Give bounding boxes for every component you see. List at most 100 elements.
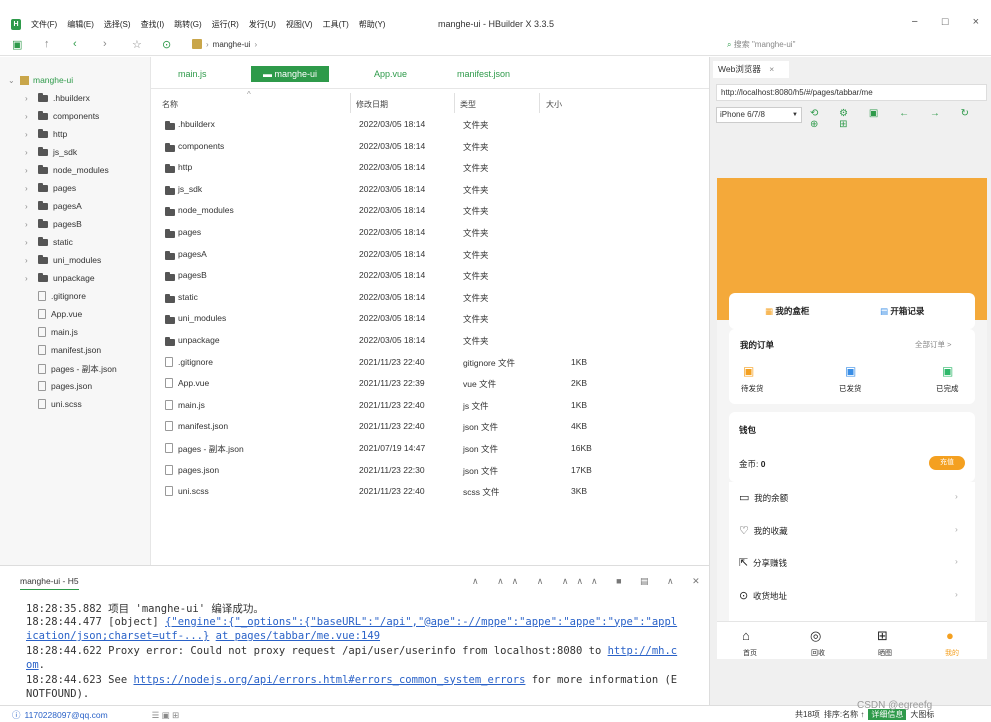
- back-icon[interactable]: ‹: [73, 38, 77, 50]
- breadcrumb-project[interactable]: manghe-ui: [213, 40, 251, 49]
- me-icon[interactable]: ●: [946, 628, 954, 643]
- minimize-button[interactable]: −: [911, 16, 917, 28]
- menu-row[interactable]: ♡ 我的收藏: [739, 524, 788, 537]
- box-link[interactable]: ▦ 我的盒柜: [765, 305, 809, 317]
- breadcrumb[interactable]: › manghe-ui ›: [192, 39, 257, 49]
- device-select[interactable]: iPhone 6/7/8 ▼: [716, 107, 802, 123]
- tree-item[interactable]: › pages: [25, 182, 76, 193]
- url-input[interactable]: http://localhost:8080/h5/#/pages/tabbar/…: [716, 84, 987, 101]
- search-input[interactable]: ⌕ 搜索 "manghe-ui": [722, 37, 982, 53]
- forward-icon[interactable]: ›: [103, 38, 107, 50]
- gallery-icon[interactable]: ⊞: [877, 628, 888, 644]
- menu-row[interactable]: ⇱ 分享赚钱: [739, 556, 787, 569]
- pending-ship-icon[interactable]: ▣: [743, 364, 754, 378]
- col-type[interactable]: 类型: [460, 99, 476, 110]
- order-done[interactable]: 已完成: [936, 383, 959, 394]
- tree-item[interactable]: pages.json: [25, 381, 92, 391]
- tree-item[interactable]: › .hbuilderx: [25, 92, 90, 103]
- new-file-icon[interactable]: ▣: [12, 38, 22, 51]
- console-link[interactable]: http://mh.c: [608, 645, 678, 657]
- tree-item[interactable]: main.js: [25, 327, 78, 337]
- table-row[interactable]: components 2022/03/05 18:14 文件夹: [151, 137, 709, 157]
- menu-item[interactable]: 运行(R): [212, 19, 239, 30]
- tabbar-home[interactable]: 首页: [735, 648, 765, 658]
- close-button[interactable]: ×: [973, 16, 979, 28]
- tree-item[interactable]: uni.scss: [25, 399, 82, 409]
- tree-item[interactable]: pages - 副本.json: [25, 363, 117, 375]
- menu-item[interactable]: 查找(I): [141, 19, 165, 30]
- recharge-button[interactable]: 充值: [929, 456, 965, 470]
- account-status[interactable]: ⓘ 1170228097@qq.com ☰ ▣ ⊞: [12, 709, 179, 721]
- tree-item[interactable]: › pagesA: [25, 200, 82, 211]
- console-link[interactable]: om: [26, 659, 39, 671]
- order-pending[interactable]: 待发货: [741, 383, 764, 394]
- tab-app-vue[interactable]: App.vue: [374, 66, 407, 82]
- menu-item[interactable]: 工具(T): [323, 19, 349, 30]
- up-arrow-icon[interactable]: ↑: [44, 38, 50, 50]
- layout-icons[interactable]: ☰ ▣ ⊞: [152, 710, 180, 721]
- table-row[interactable]: pages.json 2021/11/23 22:30 json 文件 17KB: [151, 461, 709, 481]
- menu-row[interactable]: ⊙ 收货地址: [739, 589, 787, 602]
- tab-manghe-ui[interactable]: ▬ manghe-ui: [251, 66, 330, 82]
- menu-item[interactable]: 编辑(E): [67, 19, 94, 30]
- tree-item[interactable]: › unpackage: [25, 272, 95, 283]
- tabbar-me[interactable]: 我的: [937, 648, 967, 658]
- table-row[interactable]: pages - 副本.json 2021/07/19 14:47 json 文件 16…: [151, 439, 709, 459]
- browser-tab[interactable]: Web浏览器 ×: [713, 61, 789, 78]
- menu-item[interactable]: 跳转(G): [174, 19, 202, 30]
- tree-item[interactable]: › node_modules: [25, 164, 109, 175]
- recycle-icon[interactable]: ◎: [810, 628, 821, 644]
- table-row[interactable]: pagesA 2022/03/05 18:14 文件夹: [151, 245, 709, 265]
- run-icon[interactable]: ⊙: [162, 38, 171, 51]
- table-row[interactable]: App.vue 2021/11/23 22:39 vue 文件 2KB: [151, 374, 709, 394]
- tree-item[interactable]: App.vue: [25, 309, 82, 319]
- table-row[interactable]: pages 2022/03/05 18:14 文件夹: [151, 223, 709, 243]
- menu-item[interactable]: 选择(S): [104, 19, 131, 30]
- table-row[interactable]: pagesB 2022/03/05 18:14 文件夹: [151, 266, 709, 286]
- tree-item[interactable]: manifest.json: [25, 345, 101, 355]
- tree-item[interactable]: › components: [25, 110, 99, 121]
- tree-item[interactable]: › http: [25, 128, 67, 139]
- star-icon[interactable]: ☆: [132, 38, 142, 51]
- console-link[interactable]: ication/json;charset=utf-...}: [26, 630, 209, 642]
- tree-item[interactable]: › pagesB: [25, 218, 82, 229]
- table-row[interactable]: js_sdk 2022/03/05 18:14 文件夹: [151, 180, 709, 200]
- menu-item[interactable]: 发行(U): [249, 19, 276, 30]
- console-toolbar[interactable]: ∧ ∧∧ ∧ ∧∧∧ ■ ▤ ∧ ✕: [472, 576, 708, 587]
- all-orders-link[interactable]: 全部订单 >: [915, 339, 951, 350]
- table-row[interactable]: http 2022/03/05 18:14 文件夹: [151, 158, 709, 178]
- col-name[interactable]: 名称: [162, 99, 178, 110]
- done-icon[interactable]: ▣: [942, 364, 953, 378]
- order-shipped[interactable]: 已发货: [839, 383, 862, 394]
- console-link[interactable]: {"engine":{"_options":{"baseURL":"/api",…: [165, 616, 677, 628]
- table-row[interactable]: uni.scss 2021/11/23 22:40 scss 文件 3KB: [151, 482, 709, 502]
- table-row[interactable]: main.js 2021/11/23 22:40 js 文件 1KB: [151, 396, 709, 416]
- tree-root[interactable]: ⌄ manghe-ui: [8, 75, 73, 85]
- tree-item[interactable]: .gitignore: [25, 291, 86, 301]
- open-record-link[interactable]: ▤ 开箱记录: [880, 305, 924, 317]
- col-date[interactable]: 修改日期: [356, 99, 388, 110]
- menu-item[interactable]: 帮助(Y): [359, 19, 386, 30]
- table-row[interactable]: .gitignore 2021/11/23 22:40 gitignore 文件 1K…: [151, 353, 709, 373]
- menu-item[interactable]: 视图(V): [286, 19, 313, 30]
- home-icon[interactable]: ⌂: [742, 628, 750, 643]
- table-row[interactable]: unpackage 2022/03/05 18:14 文件夹: [151, 331, 709, 351]
- menu-item[interactable]: 文件(F): [31, 19, 57, 30]
- browser-tools[interactable]: ⟲ ⚙ ▣ ← → ↻ ⊕ ⊞: [810, 108, 991, 130]
- tabbar-gallery[interactable]: 晒图: [870, 648, 900, 658]
- table-row[interactable]: node_modules 2022/03/05 18:14 文件夹: [151, 201, 709, 221]
- table-row[interactable]: manifest.json 2021/11/23 22:40 json 文件 4KB: [151, 417, 709, 437]
- console-link[interactable]: https://nodejs.org/api/errors.html#error…: [133, 674, 525, 686]
- close-icon[interactable]: ×: [769, 64, 774, 74]
- table-row[interactable]: static 2022/03/05 18:14 文件夹: [151, 288, 709, 308]
- tabbar-recycle[interactable]: 回收: [803, 648, 833, 658]
- table-row[interactable]: .hbuilderx 2022/03/05 18:14 文件夹: [151, 115, 709, 135]
- shipped-icon[interactable]: ▣: [845, 364, 856, 378]
- tab-manifest[interactable]: manifest.json: [457, 66, 510, 82]
- tab-main-js[interactable]: main.js: [178, 66, 207, 82]
- col-size[interactable]: 大小: [546, 99, 562, 110]
- tree-item[interactable]: › uni_modules: [25, 254, 101, 265]
- tree-item[interactable]: › js_sdk: [25, 146, 77, 157]
- console-link[interactable]: at pages/tabbar/me.vue:149: [216, 630, 380, 642]
- maximize-button[interactable]: □: [942, 16, 949, 28]
